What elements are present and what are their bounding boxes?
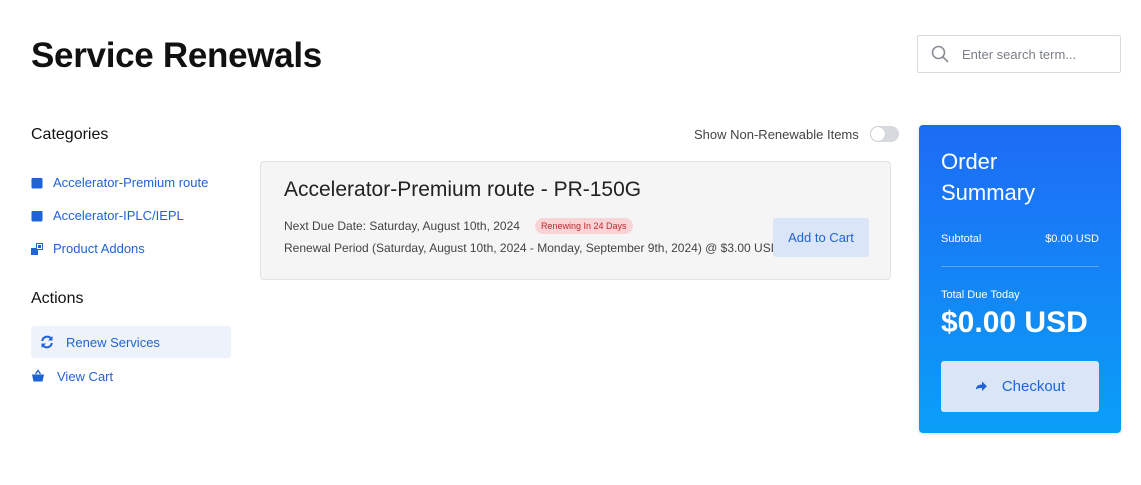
category-item-label: Product Addons [53, 241, 145, 256]
next-due-date-text: Next Due Date: Saturday, August 10th, 20… [284, 219, 520, 233]
category-item-iplc-iepl[interactable]: Accelerator-IPLC/IEPL [31, 199, 231, 232]
basket-icon [31, 369, 45, 383]
category-item-premium-route[interactable]: Accelerator-Premium route [31, 166, 231, 199]
order-summary-title: Order Summary [941, 149, 1036, 205]
subtotal-row: Subtotal $0.00 USD [941, 233, 1099, 245]
actions-heading: Actions [31, 290, 84, 307]
box-icon [31, 177, 43, 189]
action-label: Renew Services [66, 334, 160, 350]
total-due-value: $0.00 USD [941, 306, 1088, 339]
categories-list: Accelerator-Premium route Accelerator-IP… [31, 166, 231, 265]
toggle-knob [870, 127, 885, 141]
search-input[interactable] [962, 46, 1102, 62]
cubes-icon [31, 242, 43, 255]
next-due-date: Next Due Date: Saturday, August 10th, 20… [284, 218, 633, 234]
search-icon [931, 45, 949, 63]
summary-divider [941, 266, 1099, 267]
box-icon [31, 210, 43, 222]
arrow-right-icon [975, 380, 988, 393]
sync-icon [40, 335, 54, 349]
renewal-status-badge: Renewing In 24 Days [534, 218, 633, 234]
non-renewable-toggle[interactable] [869, 126, 899, 142]
actions-list: Renew Services View Cart [31, 326, 231, 392]
page-title: Service Renewals [31, 36, 322, 75]
order-summary-panel: Order Summary Subtotal $0.00 USD Total D… [919, 125, 1121, 433]
subtotal-value: $0.00 USD [1045, 233, 1099, 245]
category-item-label: Accelerator-IPLC/IEPL [53, 208, 184, 223]
add-to-cart-button[interactable]: Add to Cart [773, 218, 869, 257]
non-renewable-label: Show Non-Renewable Items [694, 126, 859, 142]
service-title: Accelerator-Premium route - PR-150G [284, 178, 642, 201]
category-item-label: Accelerator-Premium route [53, 175, 209, 190]
action-renew-services[interactable]: Renew Services [31, 326, 231, 358]
categories-heading: Categories [31, 126, 109, 143]
service-card: Accelerator-Premium route - PR-150G Next… [260, 161, 891, 280]
action-view-cart[interactable]: View Cart [31, 360, 231, 392]
subtotal-label: Subtotal [941, 233, 982, 245]
checkout-label: Checkout [1001, 378, 1066, 395]
renewal-period: Renewal Period (Saturday, August 10th, 2… [284, 241, 780, 255]
total-due-label: Total Due Today [941, 289, 1020, 301]
non-renewable-filter: Show Non-Renewable Items [694, 126, 899, 142]
action-label: View Cart [57, 368, 114, 384]
search-box[interactable] [917, 35, 1121, 73]
category-item-product-addons[interactable]: Product Addons [31, 232, 231, 265]
checkout-button[interactable]: Checkout [941, 361, 1099, 412]
